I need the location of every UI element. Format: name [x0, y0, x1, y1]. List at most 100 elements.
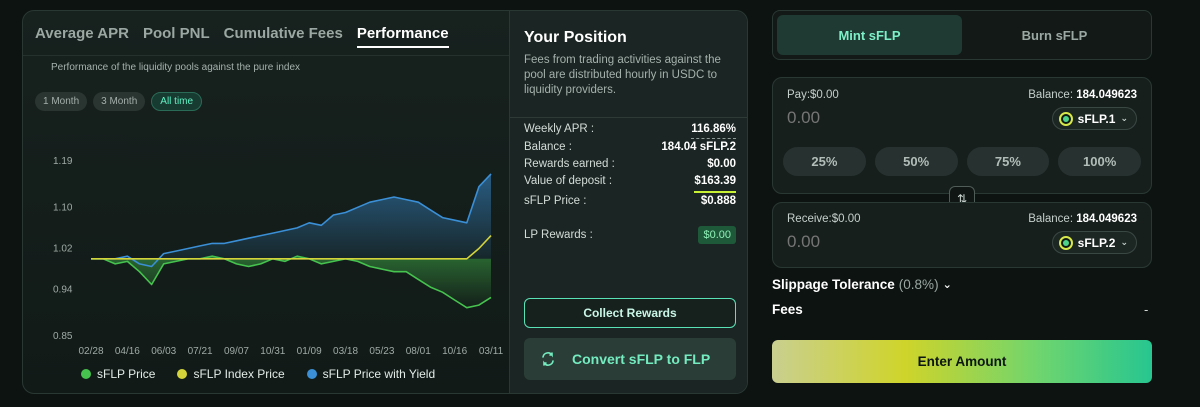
x-tick-label: 04/16	[115, 346, 140, 356]
stat-balance: Balance : 184.04 sFLP.2	[524, 139, 736, 156]
chevron-down-icon: ⌄	[1120, 237, 1128, 247]
receive-amount-input[interactable]	[787, 232, 987, 252]
stat-value-of-deposit: Value of deposit : $163.39	[524, 173, 736, 193]
stat-value: 184.04 sFLP.2	[661, 141, 736, 153]
stat-label: Value of deposit :	[524, 175, 613, 187]
stat-value: $0.00	[707, 158, 736, 170]
x-tick-label: 06/03	[151, 346, 176, 356]
x-tick-label: 02/28	[78, 346, 103, 356]
yield-area	[91, 173, 491, 267]
percent-75-button[interactable]: 75%	[966, 147, 1050, 176]
legend-label: sFLP Price with Yield	[322, 367, 436, 381]
receive-token-select[interactable]: sFLP.2 ⌄	[1051, 231, 1137, 254]
legend-label: sFLP Price	[97, 367, 156, 381]
receive-label: Receive:$0.00	[787, 213, 861, 225]
range-all-time-button[interactable]: All time	[151, 92, 203, 111]
tab-performance[interactable]: Performance	[356, 25, 449, 48]
legend-label: sFLP Index Price	[193, 367, 285, 381]
pay-amount-input[interactable]	[787, 108, 987, 128]
x-tick-label: 01/09	[297, 346, 322, 356]
tab-divider	[23, 55, 509, 56]
stat-weekly-apr: Weekly APR : 116.86%	[524, 121, 736, 139]
position-panel: Your Position Fees from trading activiti…	[509, 11, 747, 393]
balance-value: 184.049623	[1076, 89, 1137, 101]
x-tick-label: 05/23	[369, 346, 394, 356]
legend-item-sflp-price-with-yield: sFLP Price with Yield	[306, 367, 436, 381]
legend-item-sflp-index-price: sFLP Index Price	[177, 367, 285, 381]
percent-100-button[interactable]: 100%	[1058, 147, 1141, 176]
y-tick-label: 0.85	[53, 331, 73, 342]
price-area	[91, 256, 491, 308]
position-title: Your Position	[524, 29, 627, 46]
stat-label: Rewards earned :	[524, 158, 615, 170]
stat-rewards-earned: Rewards earned : $0.00	[524, 156, 736, 173]
x-tick-label: 03/18	[333, 346, 358, 356]
chart-legend: sFLP Price sFLP Index Price sFLP Price w…	[81, 367, 435, 381]
swap-arrows-icon	[524, 351, 572, 367]
stat-sflp-price: sFLP Price : $0.888	[524, 193, 736, 210]
legend-dot	[306, 369, 317, 379]
fees-label: Fees	[772, 302, 803, 317]
stat-value: 116.86%	[691, 121, 736, 139]
balance-label: Balance:	[1028, 213, 1074, 225]
receive-box: Receive:$0.00 Balance: 184.049623 sFLP.2…	[772, 202, 1152, 268]
percent-25-button[interactable]: 25%	[783, 147, 866, 176]
y-tick-label: 0.94	[53, 285, 73, 296]
position-stats: Weekly APR : 116.86% Balance : 184.04 sF…	[524, 121, 736, 210]
chevron-down-icon: ⌄	[942, 279, 952, 291]
tab-average-apr[interactable]: Average APR	[35, 25, 129, 42]
legend-dot	[81, 369, 91, 379]
performance-chart: 1.19 1.10 1.02 0.94 0.85 02/28 04/16 06/03 07/21…	[53, 156, 504, 356]
tab-cumulative-fees[interactable]: Cumulative Fees	[224, 25, 343, 42]
pay-label: Pay:$0.00	[787, 89, 839, 101]
stat-value: $0.888	[700, 195, 736, 207]
sflp-token-icon	[1058, 235, 1073, 250]
x-tick-label: 03/11	[479, 346, 504, 356]
lp-rewards-row: LP Rewards : $0.00	[524, 226, 736, 244]
legend-item-sflp-price: sFLP Price	[81, 367, 155, 381]
range-3-month-button[interactable]: 3 Month	[93, 92, 146, 111]
legend-dot	[177, 369, 188, 379]
range-1-month-button[interactable]: 1 Month	[35, 92, 88, 111]
position-description: Fees from trading activities against the…	[524, 54, 721, 96]
chart-subtitle: Performance of the liquidity pools again…	[51, 62, 301, 73]
convert-label: Convert sFLP to FLP	[572, 351, 711, 367]
percent-50-button[interactable]: 50%	[874, 147, 958, 176]
fees-value: -	[1144, 302, 1149, 317]
receive-balance: Balance: 184.049623	[1028, 213, 1137, 225]
slippage-value: (0.8%)	[898, 277, 939, 292]
tab-burn-sflp[interactable]: Burn sFLP	[962, 15, 1147, 55]
performance-card: Average APR Pool PNL Cumulative Fees Per…	[22, 10, 748, 394]
x-tick-label: 07/21	[188, 346, 213, 356]
collect-rewards-button[interactable]: Collect Rewards	[524, 298, 736, 328]
chart-tabs: Average APR Pool PNL Cumulative Fees Per…	[35, 25, 449, 48]
tab-mint-sflp[interactable]: Mint sFLP	[777, 15, 962, 55]
pay-token-select[interactable]: sFLP.1 ⌄	[1051, 107, 1137, 130]
stat-label: Balance :	[524, 141, 572, 153]
chevron-down-icon: ⌄	[1120, 113, 1128, 123]
x-tick-label: 08/01	[406, 346, 431, 356]
stat-label: sFLP Price :	[524, 195, 587, 207]
mint-burn-tabs: Mint sFLP Burn sFLP	[772, 10, 1152, 60]
receive-token-label: sFLP.2	[1077, 235, 1116, 250]
pay-box: Pay:$0.00 Balance: 184.049623 sFLP.1 ⌄ 2…	[772, 77, 1152, 194]
enter-amount-button[interactable]: Enter Amount	[772, 340, 1152, 383]
y-tick-label: 1.10	[53, 202, 73, 213]
y-tick-label: 1.19	[53, 156, 73, 167]
stat-value: $163.39	[694, 173, 736, 193]
pay-balance: Balance: 184.049623	[1028, 89, 1137, 101]
x-tick-label: 10/16	[442, 346, 467, 356]
stat-label: Weekly APR :	[524, 123, 595, 135]
chart-pane: Average APR Pool PNL Cumulative Fees Per…	[23, 11, 509, 393]
convert-sflp-button[interactable]: Convert sFLP to FLP	[524, 338, 736, 380]
x-tick-label: 10/31	[260, 346, 285, 356]
range-selector: 1 Month 3 Month All time	[35, 92, 203, 111]
lp-rewards-badge: $0.00	[698, 226, 736, 244]
slippage-tolerance-toggle[interactable]: Slippage Tolerance (0.8%) ⌄	[772, 277, 952, 292]
percent-buttons: 25% 50% 75% 100%	[783, 147, 1141, 176]
tab-pool-pnl[interactable]: Pool PNL	[143, 25, 210, 42]
position-divider	[510, 117, 747, 118]
sflp-token-icon	[1058, 111, 1073, 126]
x-tick-label: 09/07	[224, 346, 249, 356]
balance-label: Balance:	[1028, 89, 1074, 101]
